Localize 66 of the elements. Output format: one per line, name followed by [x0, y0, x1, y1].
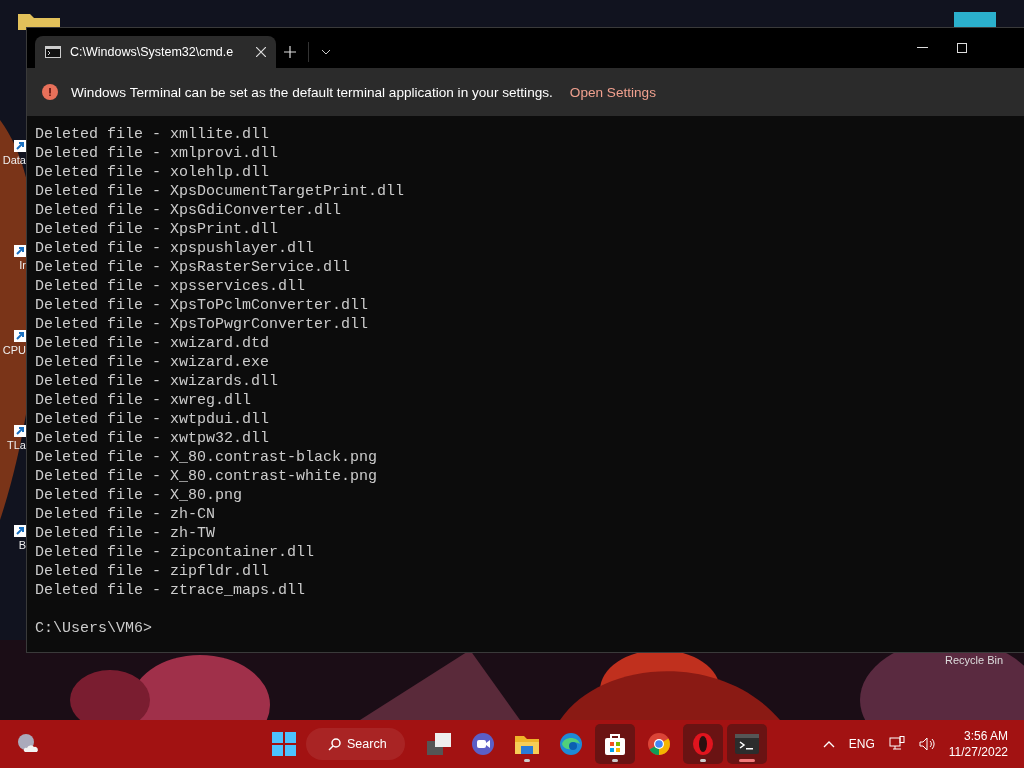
- command-prompt[interactable]: C:\Users\VM6>: [35, 619, 153, 638]
- shortcut-icon[interactable]: [14, 245, 26, 257]
- output-line: Deleted file - xwizard.dtd: [35, 334, 270, 353]
- maximize-icon[interactable]: [957, 43, 967, 53]
- shortcut-icon[interactable]: [14, 525, 26, 537]
- output-line: Deleted file - XpsDocumentTargetPrint.dll: [35, 182, 405, 201]
- new-tab-icon[interactable]: [284, 46, 296, 58]
- output-line: Deleted file - X_80.contrast-white.png: [35, 467, 378, 486]
- output-line: Deleted file - X_80.contrast-black.png: [35, 448, 378, 467]
- output-line: Deleted file - xmllite.dll: [35, 125, 270, 144]
- output-line: Deleted file - XpsPrint.dll: [35, 220, 279, 239]
- icon-label: TLa: [7, 439, 26, 451]
- chevron-up-icon[interactable]: [822, 740, 835, 748]
- output-line: Deleted file - X_80.png: [35, 486, 243, 505]
- weather-icon[interactable]: [17, 733, 39, 755]
- search-icon: [328, 737, 341, 751]
- output-line: Deleted file - zipfldr.dll: [35, 562, 270, 581]
- minimize-icon[interactable]: [917, 47, 928, 49]
- output-line: Deleted file - XpsToPclmConverter.dll: [35, 296, 369, 315]
- terminal-icon: [734, 734, 759, 754]
- info-message: Windows Terminal can be set as the default terminal application in your settings.: [71, 84, 553, 100]
- output-line: Deleted file - XpsGdiConverter.dll: [35, 201, 342, 220]
- output-line: Deleted file - zipcontainer.dll: [35, 543, 315, 562]
- icon-label: Recycle Bin: [945, 654, 1004, 666]
- video-camera-icon: [471, 733, 494, 755]
- folder-icon: [514, 734, 539, 754]
- output-line: Deleted file - ztrace_maps.dll: [35, 581, 306, 600]
- console-icon: [45, 46, 61, 58]
- output-line: Deleted file - zh-CN: [35, 505, 216, 524]
- opera-icon: [692, 733, 713, 755]
- close-icon[interactable]: [256, 47, 266, 57]
- windows-start-icon[interactable]: [272, 732, 296, 756]
- dropdown-icon[interactable]: [321, 49, 331, 55]
- chrome-icon: [647, 733, 670, 755]
- shortcut-icon[interactable]: [14, 140, 26, 152]
- icon-label: CPU: [2, 344, 26, 356]
- output-line: Deleted file - xwreg.dll: [35, 391, 252, 410]
- output-line: Deleted file - xolehlp.dll: [35, 163, 270, 182]
- icon-label: Data: [2, 154, 26, 166]
- error-icon: [42, 84, 58, 100]
- search-button[interactable]: Search: [306, 728, 405, 760]
- open-settings-link[interactable]: Open Settings: [569, 84, 656, 100]
- output-line: Deleted file - xwtpdui.dll: [35, 410, 270, 429]
- output-line: Deleted file - xwizard.exe: [35, 353, 270, 372]
- output-line: Deleted file - xwizards.dll: [35, 372, 279, 391]
- task-view-icon: [426, 733, 451, 755]
- icon-label: B: [18, 539, 26, 551]
- shortcut-icon[interactable]: [14, 425, 26, 437]
- clock[interactable]: 3:56 AM 11/27/2022: [948, 728, 1008, 760]
- taskbar-app[interactable]: [594, 724, 635, 764]
- icon-label: Ir: [19, 259, 26, 271]
- output-line: Deleted file - xpsservices.dll: [35, 277, 306, 296]
- edge-icon: [559, 733, 582, 755]
- output-line: Deleted file - XpsToPwgrConverter.dll: [35, 315, 369, 334]
- output-line: Deleted file - zh-TW: [35, 524, 216, 543]
- output-line: Deleted file - xpspushlayer.dll: [35, 239, 315, 258]
- store-bag-icon: [603, 733, 626, 755]
- language-indicator[interactable]: ENG: [848, 737, 875, 751]
- output-line: Deleted file - XpsRasterService.dll: [35, 258, 351, 277]
- output-line: Deleted file - xwtpw32.dll: [35, 429, 270, 448]
- network-icon[interactable]: [888, 736, 905, 752]
- shortcut-icon[interactable]: [14, 330, 26, 342]
- volume-icon[interactable]: [918, 737, 935, 751]
- taskbar-app[interactable]: [726, 724, 767, 764]
- output-line: Deleted file - xmlprovi.dll: [35, 144, 279, 163]
- tab[interactable]: C:\Windows\System32\cmd.e: [35, 36, 276, 68]
